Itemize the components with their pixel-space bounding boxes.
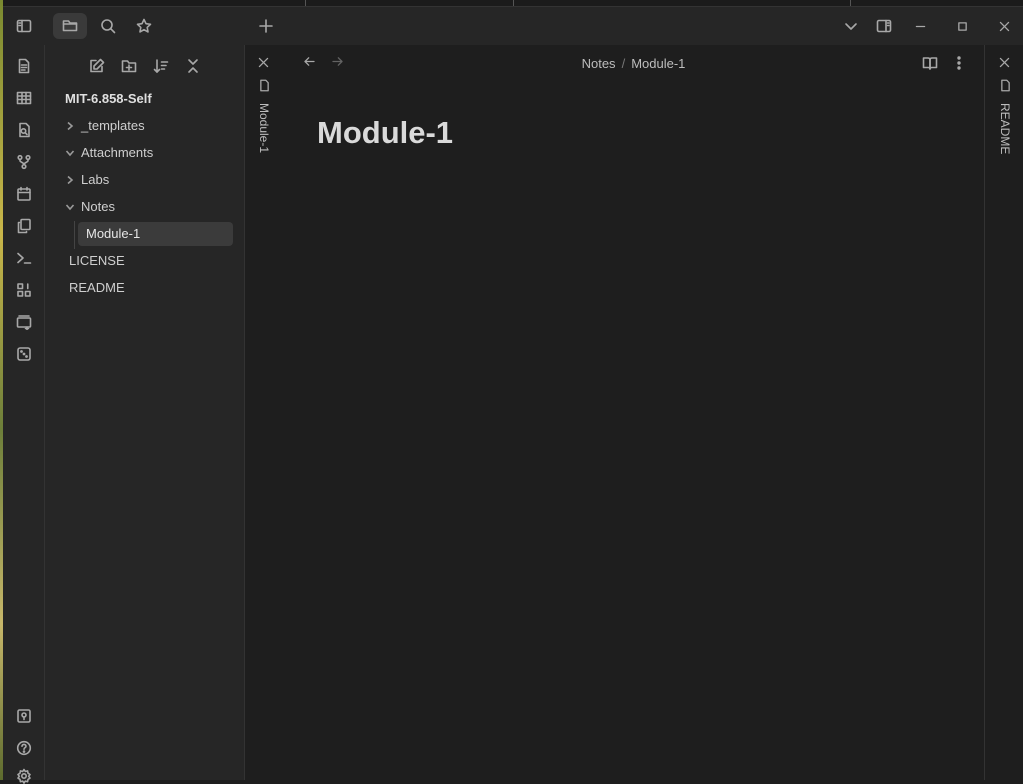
breadcrumb: Notes / Module-1 <box>283 56 984 71</box>
ribbon-button-random-note[interactable] <box>15 345 32 362</box>
star-icon <box>136 18 152 33</box>
collapse-all-icon <box>188 59 198 73</box>
ribbon-button-table[interactable] <box>15 89 32 106</box>
file-text-icon <box>18 58 29 73</box>
help-icon <box>16 740 31 755</box>
close-tab-button[interactable] <box>998 56 1014 72</box>
terminal-icon <box>16 252 31 264</box>
close-tab-button[interactable] <box>257 56 273 72</box>
breadcrumb-folder[interactable]: Notes <box>582 56 616 71</box>
calendar-icon <box>16 186 31 201</box>
tree-folder-notes[interactable]: Notes <box>45 195 244 219</box>
file-icon <box>258 79 271 92</box>
tree-item-label: LICENSE <box>69 253 125 268</box>
sidebar-toggle-button[interactable] <box>11 7 37 45</box>
tree-folder-attachments[interactable]: Attachments <box>45 141 244 165</box>
ribbon-button-graph[interactable] <box>15 153 32 170</box>
tree-item-label: _templates <box>81 118 145 133</box>
tree-item-label: Attachments <box>81 145 154 160</box>
tree-folder-templates[interactable]: _templates <box>45 114 244 138</box>
blocks-icon <box>16 282 31 297</box>
breadcrumb-file[interactable]: Module-1 <box>631 56 685 71</box>
close-icon <box>258 57 269 68</box>
sort-icon <box>153 59 169 73</box>
chevron-down-icon <box>845 23 857 30</box>
tree-folder-labs[interactable]: Labs <box>45 168 244 192</box>
ribbon-button-blocks[interactable] <box>15 281 32 298</box>
dice-icon <box>16 346 31 361</box>
sort-button[interactable] <box>151 56 171 76</box>
vault-name[interactable]: MIT-6.858-Self <box>65 91 152 106</box>
breadcrumb-separator: / <box>621 56 626 71</box>
tree-item-label: Notes <box>81 199 115 214</box>
git-fork-icon <box>16 154 31 169</box>
search-icon <box>101 19 116 34</box>
editor-pane: Notes / Module-1 Module-1 <box>283 45 984 780</box>
file-icon <box>999 79 1012 92</box>
chevron-right-icon <box>65 114 75 138</box>
close-icon <box>999 21 1009 31</box>
minimize-button[interactable] <box>906 7 934 45</box>
ribbon-button-help[interactable] <box>15 739 32 756</box>
reading-view-button[interactable] <box>922 55 940 73</box>
copy-icon <box>17 218 31 233</box>
ribbon-button-vault-switcher[interactable] <box>15 707 32 724</box>
bookmarks-tab-button[interactable] <box>131 7 157 45</box>
tree-file-license[interactable]: LICENSE <box>45 249 244 273</box>
files-tab-button[interactable] <box>53 13 87 39</box>
right-sidebar-toggle-button[interactable] <box>871 7 897 45</box>
tab-list-button[interactable] <box>839 7 863 45</box>
tree-file-module-1[interactable]: Module-1 <box>78 222 233 246</box>
chevron-right-icon <box>65 168 75 192</box>
ribbon-button-kanban[interactable] <box>15 313 32 330</box>
stacked-tab-label: Module-1 <box>257 103 271 154</box>
new-note-button[interactable] <box>87 56 107 76</box>
ribbon-button-settings[interactable] <box>15 767 32 784</box>
tree-item-label: README <box>69 280 125 295</box>
tree-item-label: Labs <box>81 172 110 187</box>
sidebar-toggle-icon <box>16 19 32 33</box>
book-open-icon <box>922 57 938 70</box>
new-tab-button[interactable] <box>253 7 279 45</box>
tree-item-label: Module-1 <box>86 226 141 241</box>
ribbon-button-calendar[interactable] <box>15 185 32 202</box>
chevron-down-icon <box>65 141 75 165</box>
tree-indent-guide <box>74 221 75 249</box>
table-icon <box>16 91 31 104</box>
more-vertical-icon <box>957 56 961 70</box>
close-window-button[interactable] <box>990 7 1018 45</box>
ribbon-button-templates[interactable] <box>15 217 32 234</box>
close-icon <box>999 57 1010 68</box>
settings-icon <box>16 768 31 784</box>
kanban-plus-icon <box>16 314 31 330</box>
vault-switcher-icon <box>16 708 31 723</box>
note-title[interactable]: Module-1 <box>317 115 453 151</box>
stacked-tab-readme[interactable]: README <box>984 45 1023 780</box>
right-sidebar-icon <box>876 19 892 33</box>
title-bar <box>3 6 1023 46</box>
stacked-tab-module-1[interactable]: Module-1 <box>245 45 283 780</box>
file-search-icon <box>18 122 30 137</box>
maximize-button[interactable] <box>948 7 976 45</box>
ribbon-button-file-search[interactable] <box>15 121 32 138</box>
new-folder-icon <box>121 60 137 73</box>
chevron-down-icon <box>65 195 75 219</box>
collapse-all-button[interactable] <box>183 56 203 76</box>
stacked-tab-label: README <box>998 103 1012 155</box>
plus-icon <box>259 19 273 33</box>
new-folder-button[interactable] <box>119 56 139 76</box>
file-explorer: MIT-6.858-Self _templates Attachments La… <box>45 45 245 780</box>
ribbon <box>3 45 45 784</box>
ribbon-button-new-note[interactable] <box>15 57 32 74</box>
maximize-icon <box>957 21 967 31</box>
search-tab-button[interactable] <box>95 7 121 45</box>
tree-file-readme[interactable]: README <box>45 276 244 300</box>
folder-icon <box>62 20 78 32</box>
minimize-icon <box>915 25 925 27</box>
new-note-icon <box>90 58 105 73</box>
ribbon-button-command[interactable] <box>15 249 32 266</box>
more-options-button[interactable] <box>951 55 967 73</box>
